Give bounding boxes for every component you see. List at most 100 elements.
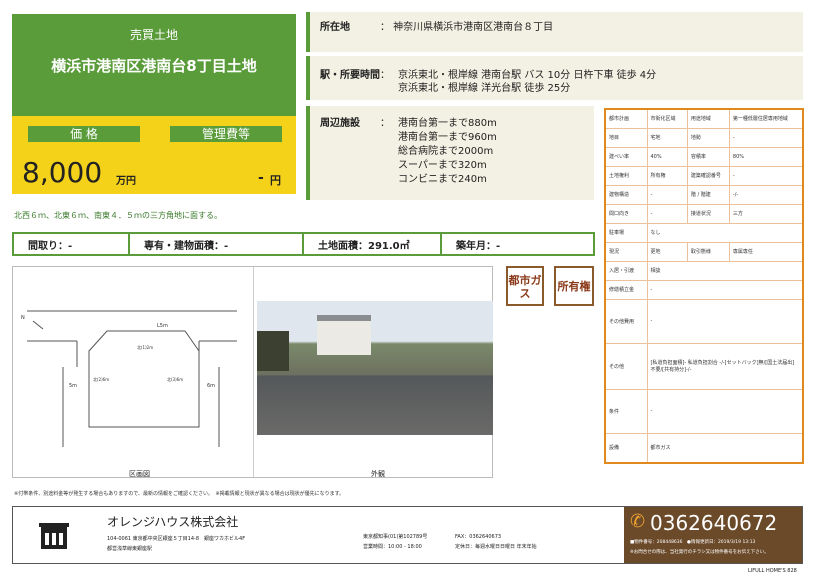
spec-value: - xyxy=(728,127,804,148)
spec-value: 第一種低層住居専用地域 xyxy=(728,108,804,129)
company-name: オレンジハウス株式会社 xyxy=(107,515,239,529)
nearby-item: コンビニまで240m xyxy=(398,174,487,185)
road-note: 北西６ｍ、北東６ｍ、南東４．５ｍの三方角地に面する。 xyxy=(14,211,222,220)
spec-key: 条件 xyxy=(604,388,648,434)
spec-row: 修繕積立金 - xyxy=(604,279,804,300)
license: 東京都知事(01)第102789号 xyxy=(363,534,428,540)
spec-row: 土地権利 所有権 建築確認番号 - xyxy=(604,165,804,186)
spec-row: その他費用 - xyxy=(604,298,804,344)
plan-dim: 北(1)2m xyxy=(137,344,153,350)
plan-dim: L5m xyxy=(157,323,168,329)
spec-row: 入居・引渡 相談 xyxy=(604,260,804,281)
house-shape xyxy=(317,315,371,355)
spec-table: 都市計画 市街化区域 用途地域 第一種低層住居専用地域 地目 宅地 地勢 - 建ぺい率 40% 容積… xyxy=(604,108,804,464)
spec-value: - xyxy=(646,388,804,434)
nearby-panel: 周辺施設 ： 港南台第一まで880m 港南台第一まで960m 総合病院まで200… xyxy=(306,106,594,200)
station-colon: ： xyxy=(380,70,390,81)
spec-key: 地勢 xyxy=(686,127,730,148)
mgmt-fee-label: 管理費等 xyxy=(170,126,282,142)
contact-box: ✆ 0362640672 ■物件番号：208448636 ●情報更新日：2019… xyxy=(624,507,802,563)
tree-shape xyxy=(257,331,289,371)
divider xyxy=(253,267,254,477)
spec-key: 容積率 xyxy=(686,146,730,167)
gas-badge: 都市ガス xyxy=(506,266,544,306)
images-area: N L5m 5m 6m 北(1)2m 北(2)6m 北(3)6m 区画図 外観 xyxy=(12,266,493,478)
spec-key: 取引態様 xyxy=(686,241,730,262)
mgmt-fee-value: - xyxy=(258,170,264,186)
station-panel: 駅・所要時間 ： 京浜東北・根岸線 港南台駅 バス 10分 日杵下車 徒歩 4分… xyxy=(306,56,803,100)
layout-stat: 間取り：- xyxy=(14,234,130,254)
price-unit: 万円 xyxy=(116,176,136,187)
spec-value: 更地 xyxy=(646,241,688,262)
station-label: 駅・所要時間 xyxy=(320,70,380,81)
spec-value: 所有権 xyxy=(646,165,688,186)
north-label: N xyxy=(21,315,25,321)
spec-key: 現況 xyxy=(604,241,648,262)
spec-value: 相談 xyxy=(646,260,804,281)
spec-key: 用途地域 xyxy=(686,108,730,129)
spec-key: 階 / 階建 xyxy=(686,184,730,205)
spec-row: 都市計画 市街化区域 用途地域 第一種低層住居専用地域 xyxy=(604,108,804,129)
phone-number[interactable]: 0362640672 xyxy=(650,511,777,535)
spec-value: - xyxy=(646,184,688,205)
spec-key: 修繕積立金 xyxy=(604,279,648,300)
nearby-label: 周辺施設 xyxy=(320,118,360,129)
spec-value: 市街化区域 xyxy=(646,108,688,129)
spec-row: 間口向き - 接道状況 三方 xyxy=(604,203,804,224)
spec-row: 建ぺい率 40% 容積率 80% xyxy=(604,146,804,167)
spec-key: その他費用 xyxy=(604,298,648,344)
spec-key: 設備 xyxy=(604,432,648,464)
nearby-colon: ： xyxy=(380,118,390,129)
property-id-line: ■物件番号：208448636 ●情報更新日：2019/3/19 13:13 xyxy=(630,540,756,545)
spec-row: 設備 都市ガス xyxy=(604,432,804,464)
spec-key: 接道状況 xyxy=(686,203,730,224)
spec-row: 駐車場 なし xyxy=(604,222,804,243)
spec-key: 建築確認番号 xyxy=(686,165,730,186)
age-stat: 築年月：- xyxy=(456,240,501,252)
spec-row: 条件 - xyxy=(604,388,804,434)
spec-value: 80% xyxy=(728,146,804,167)
spec-value: - xyxy=(646,203,688,224)
plan-caption: 区画図 xyxy=(129,470,150,478)
nearby-item: 総合病院まで2000m xyxy=(398,146,494,157)
spec-value: 三方 xyxy=(728,203,804,224)
station-line-2: 京浜東北・根岸線 洋光台駅 徒歩 25分 xyxy=(398,83,571,94)
brand-mark: LIFULL HOME'S 828 xyxy=(748,568,797,574)
spec-value: 40% xyxy=(646,146,688,167)
nearby-item: スーパーまで320m xyxy=(398,160,487,171)
plan-dim: 5m xyxy=(69,383,77,389)
spec-key: 建ぺい率 xyxy=(604,146,648,167)
spec-row: その他 [私道負担面積]- 私道負担割合 -/-[セットバック]無/[国土法届出]… xyxy=(604,342,804,390)
shop-icon xyxy=(39,523,69,549)
phone-icon: ✆ xyxy=(630,511,646,532)
mgmt-fee-unit: 円 xyxy=(270,174,281,187)
spec-key: 建物構造 xyxy=(604,184,648,205)
spec-key: 駐車場 xyxy=(604,222,648,243)
contact-note: ※お問合せの際は、当社発行のチラシ又は物件番号をお伝え下さい。 xyxy=(630,550,769,555)
company-address: 104-0061 東京都中央区銀座５丁目14-8 銀座ワカホビル4F xyxy=(107,536,246,542)
disclaimer: ※付帯条件、別途料金等が発生する場合もありますので、最新の情報をご確認ください。… xyxy=(14,491,345,497)
holiday: 定休日：毎週水曜日日曜日 年末年始 xyxy=(455,544,537,550)
spec-value: 専属専任 xyxy=(728,241,804,262)
spec-value: -/- xyxy=(728,184,804,205)
fax: FAX：0362640673 xyxy=(455,534,502,540)
spec-value: - xyxy=(728,165,804,186)
photo-caption: 外観 xyxy=(371,470,385,478)
building-area-stat: 専有・建物面積：- xyxy=(130,234,304,254)
spec-row: 建物構造 - 階 / 階建 -/- xyxy=(604,184,804,205)
spec-value: [私道負担面積]- 私道負担割合 -/-[セットバック]無/[国土法届出]不要/… xyxy=(646,342,804,390)
header-box: 売買土地 横浜市港南区港南台8丁目土地 xyxy=(12,14,296,116)
spec-key: 間口向き xyxy=(604,203,648,224)
spec-value: - xyxy=(646,279,804,300)
location-label: 所在地 xyxy=(320,22,350,33)
plan-dim: 北(2)6m xyxy=(93,376,109,382)
price-value: 8,000 xyxy=(22,156,103,189)
company-station: 都営浅草線東銀座駅 xyxy=(107,546,153,552)
spec-value: - xyxy=(646,298,804,344)
location-value: ： 神奈川県横浜市港南区港南台８丁目 xyxy=(380,22,554,33)
site-plan: N L5m 5m 6m 北(1)2m 北(2)6m 北(3)6m xyxy=(21,310,237,447)
spec-row: 現況 更地 取引態様 専属専任 xyxy=(604,241,804,262)
spec-key: その他 xyxy=(604,342,648,390)
plan-dim: 北(3)6m xyxy=(167,376,183,382)
spec-value: なし xyxy=(646,222,804,243)
